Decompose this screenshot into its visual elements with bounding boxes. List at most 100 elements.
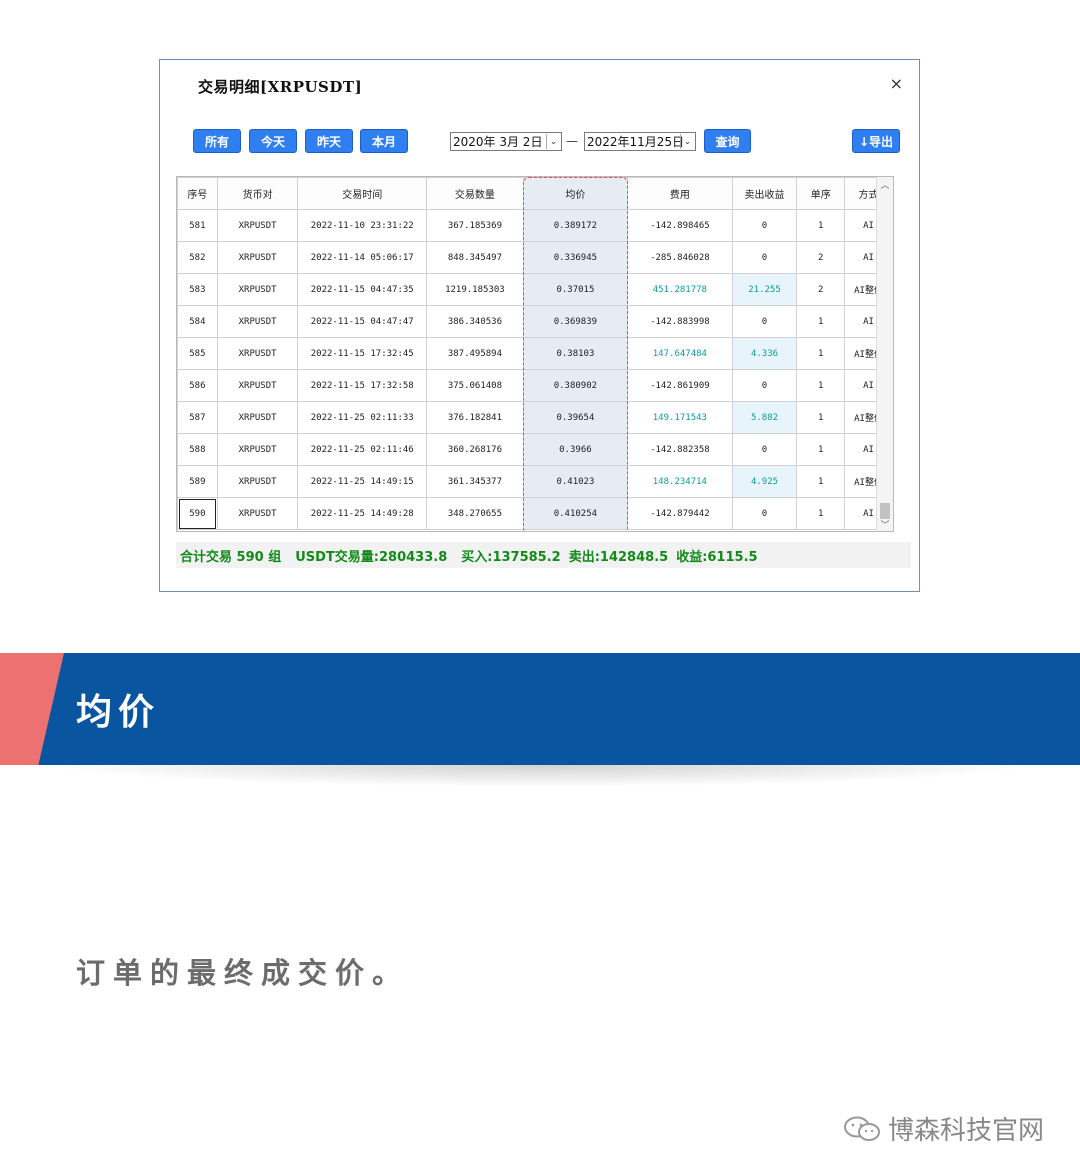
- table-cell[interactable]: XRPUSDT: [216, 369, 299, 402]
- table-cell[interactable]: 1: [796, 209, 846, 242]
- table-cell[interactable]: 2022-11-25 02:11:33: [297, 401, 428, 434]
- table-cell[interactable]: 848.345497: [426, 241, 524, 274]
- filter-all-button[interactable]: 所有: [193, 129, 241, 153]
- table-cell[interactable]: 589: [177, 465, 218, 498]
- table-cell[interactable]: 1: [796, 337, 846, 370]
- table-cell[interactable]: -142.898465: [627, 209, 733, 242]
- table-cell[interactable]: -142.882358: [627, 433, 733, 466]
- filter-today-button[interactable]: 今天: [249, 129, 297, 153]
- table-cell[interactable]: XRPUSDT: [216, 401, 299, 434]
- table-cell[interactable]: 147.647484: [627, 337, 733, 370]
- table-cell[interactable]: 2022-11-10 23:31:22: [297, 209, 428, 242]
- table-row[interactable]: 588 XRPUSDT 2022-11-25 02:11:46 360.268176 0…: [177, 433, 893, 466]
- table-cell[interactable]: 585: [177, 337, 218, 370]
- table-cell[interactable]: 375.061408: [426, 369, 524, 402]
- table-row[interactable]: 582 XRPUSDT 2022-11-14 05:06:17 848.345497 0…: [177, 241, 893, 274]
- table-cell[interactable]: 586: [177, 369, 218, 402]
- table-cell[interactable]: 367.185369: [426, 209, 524, 242]
- column-header[interactable]: 单序: [796, 177, 846, 210]
- table-cell[interactable]: 0.336945: [522, 241, 629, 274]
- table-cell[interactable]: 2022-11-15 04:47:47: [297, 305, 428, 338]
- table-row[interactable]: 581 XRPUSDT 2022-11-10 23:31:22 367.185369 0…: [177, 209, 893, 242]
- table-cell[interactable]: XRPUSDT: [216, 433, 299, 466]
- table-cell[interactable]: 2: [796, 273, 846, 306]
- table-cell[interactable]: 386.340536: [426, 305, 524, 338]
- table-cell[interactable]: 360.268176: [426, 433, 524, 466]
- table-row[interactable]: 589 XRPUSDT 2022-11-25 14:49:15 361.345377 0…: [177, 465, 893, 498]
- table-cell[interactable]: -142.879442: [627, 497, 733, 530]
- table-cell[interactable]: 4.336: [731, 337, 798, 370]
- table-cell[interactable]: 1: [796, 433, 846, 466]
- column-header[interactable]: 均价: [522, 177, 629, 210]
- table-cell[interactable]: 1219.185303: [426, 273, 524, 306]
- table-cell[interactable]: 1: [796, 369, 846, 402]
- query-button[interactable]: 查询: [704, 129, 751, 153]
- table-cell[interactable]: -285.846028: [627, 241, 733, 274]
- export-button[interactable]: ↓导出: [852, 129, 900, 153]
- date-to-picker[interactable]: 2022年11月25日 ⌄: [584, 132, 696, 151]
- chevron-down-icon[interactable]: ⌄: [680, 134, 694, 149]
- table-cell[interactable]: 0: [731, 241, 798, 274]
- table-cell[interactable]: 0.389172: [522, 209, 629, 242]
- table-cell[interactable]: 1: [796, 305, 846, 338]
- table-row[interactable]: 586 XRPUSDT 2022-11-15 17:32:58 375.061408 0…: [177, 369, 893, 402]
- table-cell[interactable]: 583: [177, 273, 218, 306]
- table-row[interactable]: 585 XRPUSDT 2022-11-15 17:32:45 387.495894 0…: [177, 337, 893, 370]
- table-cell[interactable]: 387.495894: [426, 337, 524, 370]
- table-cell[interactable]: 0: [731, 433, 798, 466]
- table-cell[interactable]: 0: [731, 209, 798, 242]
- table-cell[interactable]: XRPUSDT: [216, 273, 299, 306]
- table-cell[interactable]: 348.270655: [426, 497, 524, 530]
- column-header[interactable]: 货币对: [216, 177, 299, 210]
- table-cell[interactable]: 588: [177, 433, 218, 466]
- table-cell[interactable]: 361.345377: [426, 465, 524, 498]
- table-row[interactable]: 587 XRPUSDT 2022-11-25 02:11:33 376.182841 0…: [177, 401, 893, 434]
- table-cell[interactable]: 0.3966: [522, 433, 629, 466]
- table-cell[interactable]: 590: [177, 497, 218, 530]
- table-cell[interactable]: 0: [731, 497, 798, 530]
- table-cell[interactable]: -142.861909: [627, 369, 733, 402]
- close-icon[interactable]: ×: [890, 74, 903, 93]
- table-cell[interactable]: 1: [796, 497, 846, 530]
- table-cell[interactable]: 0.380902: [522, 369, 629, 402]
- table-cell[interactable]: 0.38103: [522, 337, 629, 370]
- table-cell[interactable]: XRPUSDT: [216, 337, 299, 370]
- table-cell[interactable]: 0.41023: [522, 465, 629, 498]
- table-cell[interactable]: 2022-11-25 14:49:15: [297, 465, 428, 498]
- table-cell[interactable]: 0.410254: [522, 497, 629, 530]
- table-cell[interactable]: 376.182841: [426, 401, 524, 434]
- vertical-scrollbar[interactable]: ︿ ﹀: [876, 177, 893, 531]
- table-cell[interactable]: 0: [731, 305, 798, 338]
- table-cell[interactable]: 2022-11-14 05:06:17: [297, 241, 428, 274]
- table-cell[interactable]: 582: [177, 241, 218, 274]
- table-cell[interactable]: 1: [796, 465, 846, 498]
- table-cell[interactable]: -142.883998: [627, 305, 733, 338]
- table-cell[interactable]: XRPUSDT: [216, 209, 299, 242]
- table-cell[interactable]: 21.255: [731, 273, 798, 306]
- table-cell[interactable]: 5.882: [731, 401, 798, 434]
- table-row[interactable]: 584 XRPUSDT 2022-11-15 04:47:47 386.340536 0…: [177, 305, 893, 338]
- table-cell[interactable]: 4.925: [731, 465, 798, 498]
- column-header[interactable]: 序号: [177, 177, 218, 210]
- table-row[interactable]: 583 XRPUSDT 2022-11-15 04:47:35 1219.185303…: [177, 273, 893, 306]
- column-header[interactable]: 卖出收益: [731, 177, 798, 210]
- table-cell[interactable]: 2: [796, 241, 846, 274]
- table-cell[interactable]: 148.234714: [627, 465, 733, 498]
- table-cell[interactable]: 0.39654: [522, 401, 629, 434]
- table-cell[interactable]: XRPUSDT: [216, 465, 299, 498]
- table-cell[interactable]: 149.171543: [627, 401, 733, 434]
- table-cell[interactable]: 451.281778: [627, 273, 733, 306]
- table-cell[interactable]: XRPUSDT: [216, 497, 299, 530]
- table-cell[interactable]: 2022-11-15 17:32:58: [297, 369, 428, 402]
- table-cell[interactable]: 0: [731, 369, 798, 402]
- chevron-up-icon[interactable]: ︿: [877, 177, 893, 191]
- table-cell[interactable]: 1: [796, 401, 846, 434]
- table-cell[interactable]: XRPUSDT: [216, 241, 299, 274]
- column-header[interactable]: 交易数量: [426, 177, 524, 210]
- column-header[interactable]: 交易时间: [297, 177, 428, 210]
- filter-yesterday-button[interactable]: 昨天: [305, 129, 353, 153]
- table-cell[interactable]: XRPUSDT: [216, 305, 299, 338]
- table-cell[interactable]: 2022-11-25 14:49:28: [297, 497, 428, 530]
- table-cell[interactable]: 584: [177, 305, 218, 338]
- chevron-down-icon[interactable]: ⌄: [546, 134, 560, 149]
